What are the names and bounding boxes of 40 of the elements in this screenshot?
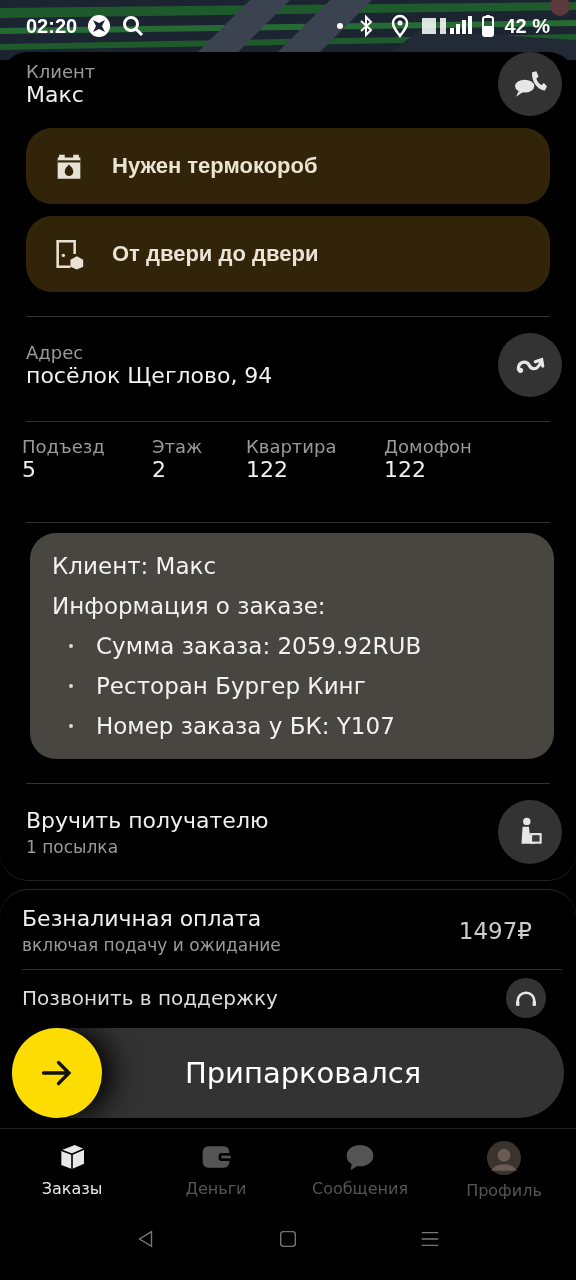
payment-title: Безналичная оплата — [22, 906, 263, 931]
comment-text: Информация о заказе: — [52, 593, 327, 619]
nav-tab[interactable]: Заказы — [0, 1141, 144, 1200]
comment-item: Ресторан Бургер Кинг — [96, 673, 366, 699]
app-icon — [87, 14, 112, 38]
detail-value: 5 — [22, 457, 37, 482]
client-label: Клиент — [26, 61, 96, 82]
home-icon[interactable] — [277, 1228, 299, 1250]
battery-level: 42 % — [504, 14, 550, 38]
detail-label: Квартира — [246, 436, 338, 457]
handover-title: Вручить получателю — [26, 807, 269, 833]
detail-label: Домофон — [384, 436, 473, 457]
support-link[interactable]: Позвонить в поддержку — [22, 986, 278, 1010]
comment-text: Клиент: Макс — [52, 553, 218, 579]
swipe-button[interactable]: Припарковался — [12, 1028, 564, 1118]
support-button[interactable] — [506, 978, 546, 1018]
address-value: посёлок Щеглово, 94 — [26, 363, 273, 388]
battery-icon — [482, 15, 495, 37]
detail-value: 2 — [152, 457, 167, 482]
client-name: Макс — [26, 82, 85, 107]
parcel-count: 1 посылка — [26, 836, 120, 857]
avatar-icon — [487, 1141, 521, 1175]
comment-item: Сумма заказа: 2059.92RUB — [96, 633, 422, 659]
payment-amount: 1497₽ — [458, 917, 532, 944]
status-time: 02:20 — [26, 14, 78, 38]
dot-icon — [336, 22, 345, 30]
detail-value: 122 — [384, 457, 427, 482]
order-tag: От двери до двери — [26, 216, 550, 292]
bullet-icon — [68, 723, 74, 729]
bullet-icon — [68, 683, 74, 689]
bullet-icon — [68, 643, 74, 649]
comment-item: Номер заказа у БК: Y107 — [96, 713, 395, 739]
detail-label: Этаж — [152, 436, 204, 457]
detail-value: 122 — [246, 457, 289, 482]
order-tag: Нужен термокороб — [26, 128, 550, 204]
address-label: Адрес — [26, 342, 85, 363]
payment-subtitle: включая подачу и ожидание — [22, 935, 281, 955]
detail-label: Подъезд — [22, 436, 106, 457]
headset-icon — [516, 990, 536, 1006]
search-icon — [121, 14, 146, 38]
